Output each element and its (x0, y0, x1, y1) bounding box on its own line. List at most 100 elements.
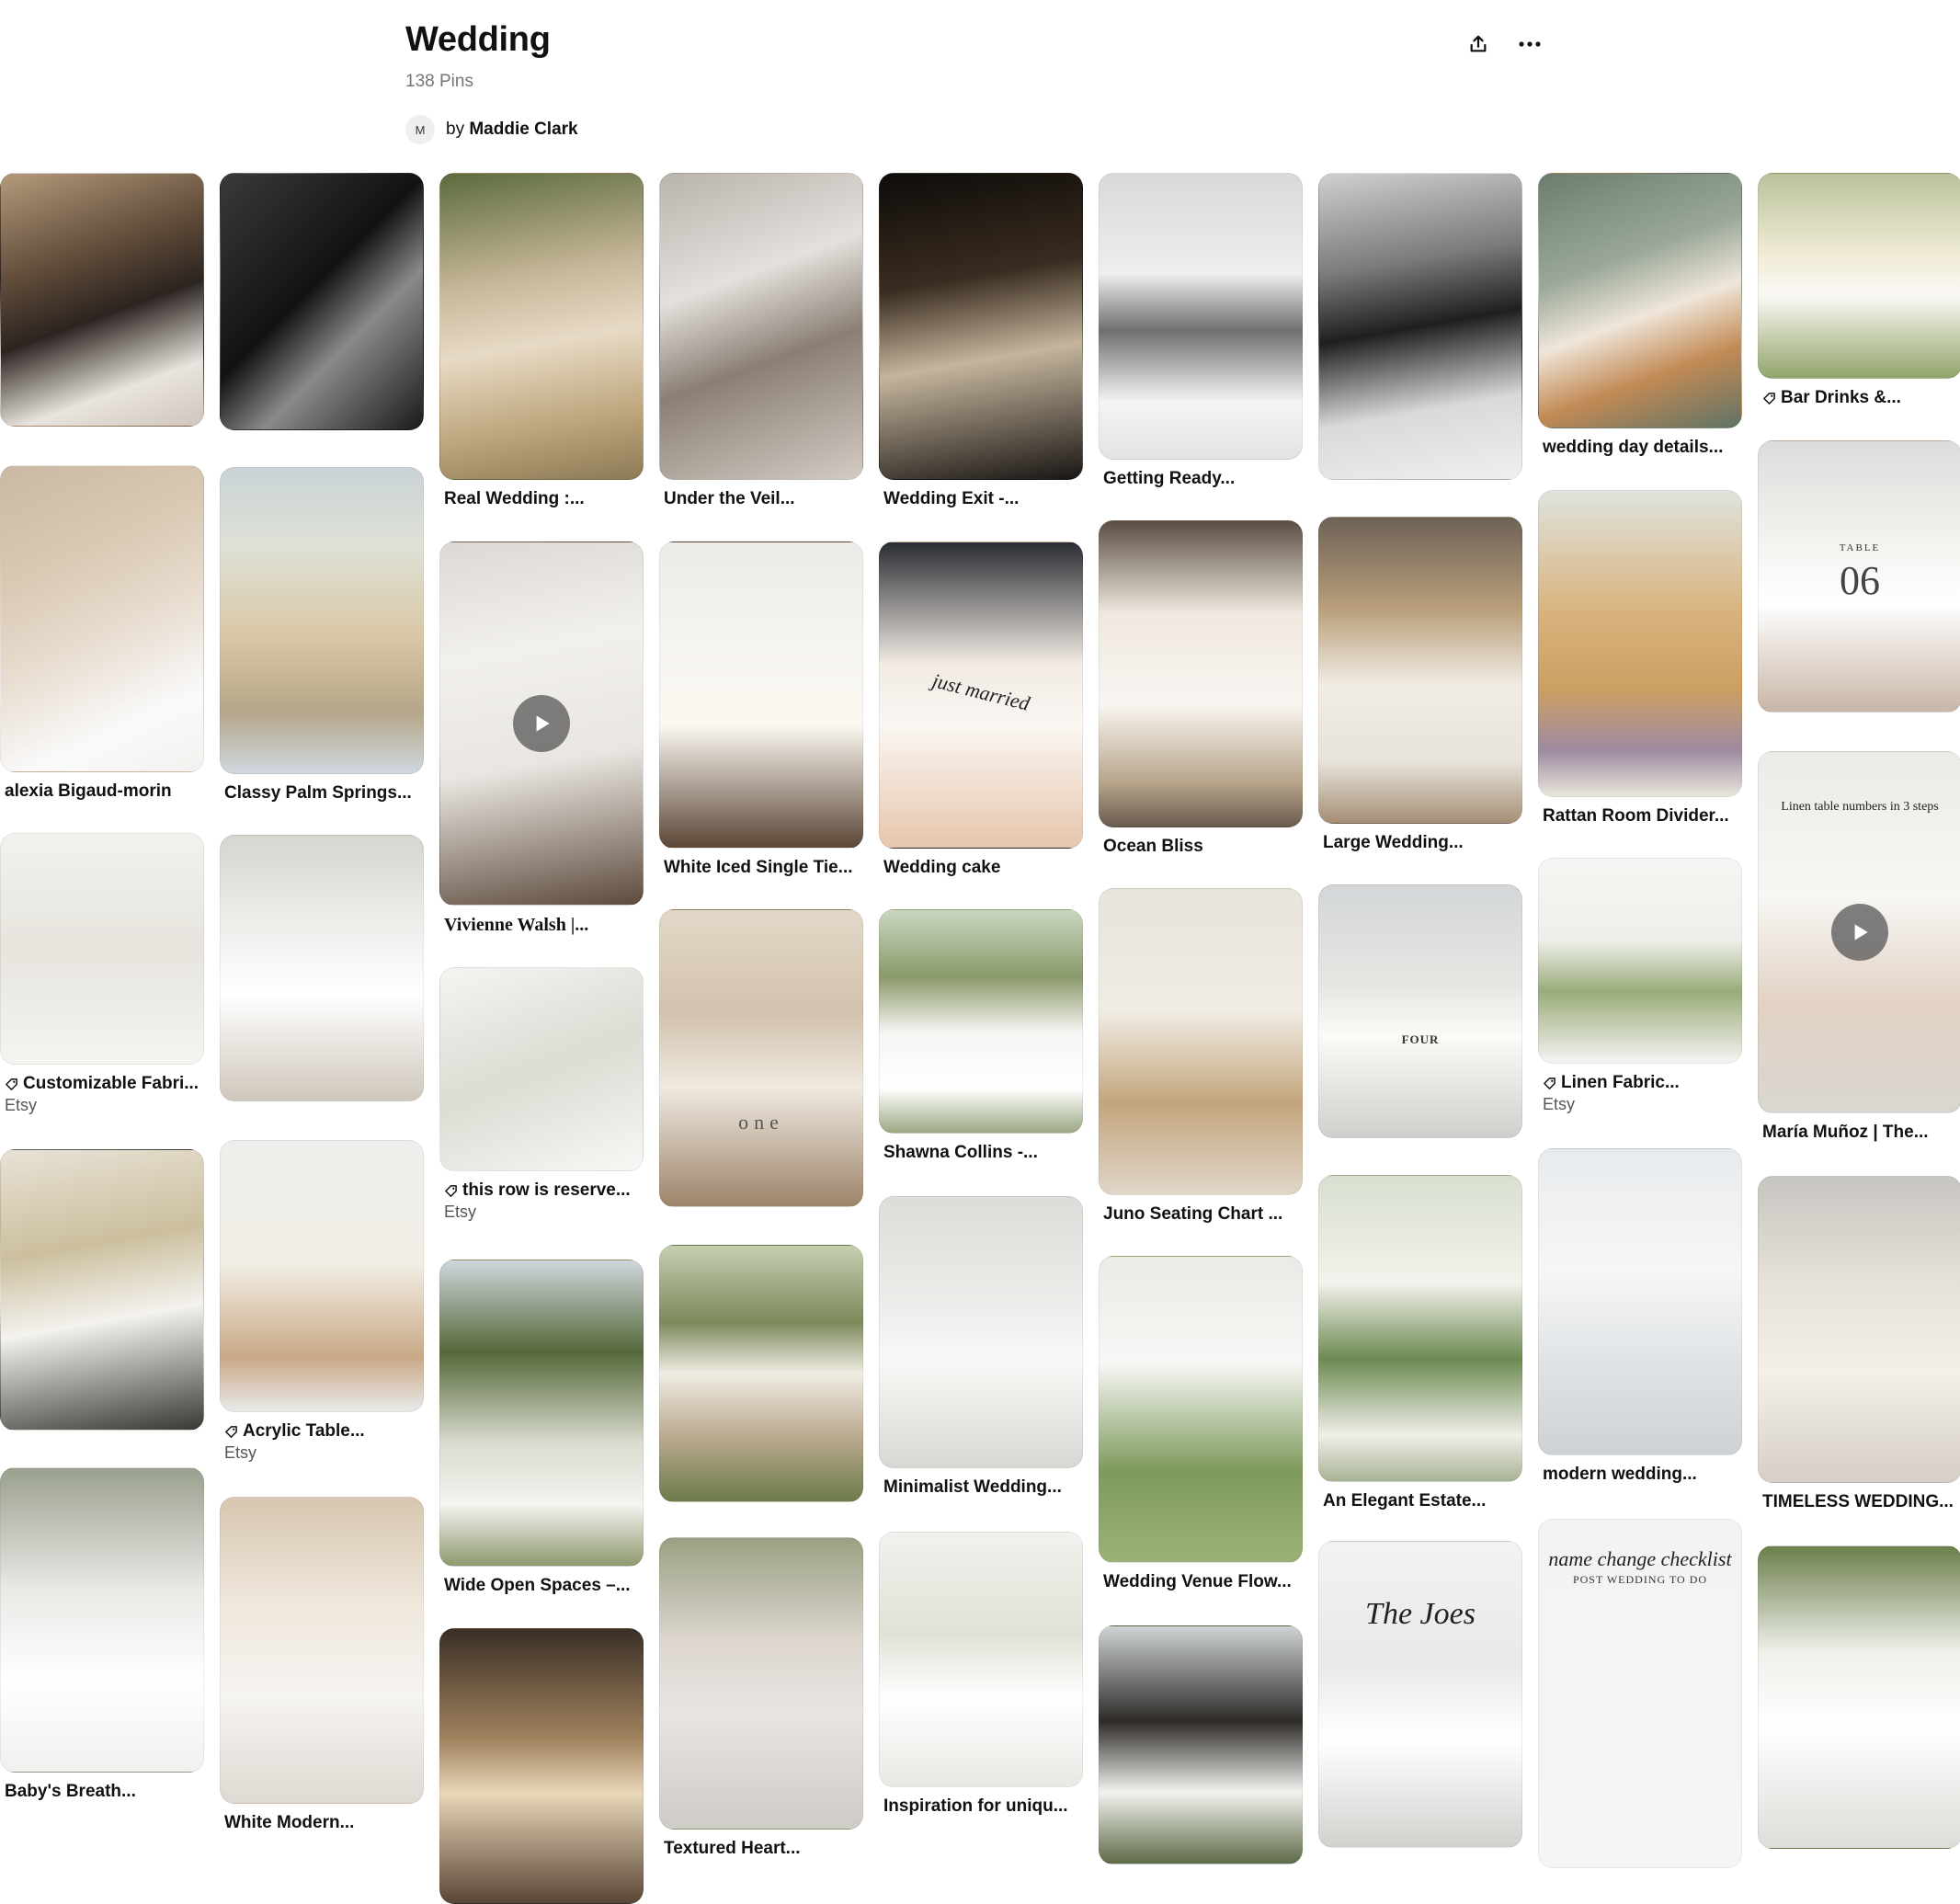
pin-card[interactable]: Textured Heart... (659, 1537, 863, 1859)
pin-image[interactable] (1318, 1175, 1522, 1482)
pin-title[interactable]: Wedding cake (879, 858, 1078, 878)
pin-image[interactable] (439, 967, 644, 1171)
pin-card[interactable] (659, 1245, 863, 1502)
pin-image[interactable]: Linen table numbers in 3 steps (1758, 751, 1960, 1113)
pin-card[interactable] (0, 173, 204, 427)
pin-card[interactable]: Wedding Venue Flow... (1099, 1256, 1303, 1592)
pin-image[interactable] (1538, 858, 1742, 1064)
pin-image[interactable] (659, 173, 863, 480)
pin-card[interactable]: Large Wedding... (1318, 517, 1522, 853)
pin-image[interactable]: The Joes (1318, 1541, 1522, 1848)
pin-title[interactable]: White Iced Single Tie... (659, 858, 859, 878)
pin-card[interactable]: alexia Bigaud-morin (0, 465, 204, 802)
pin-card[interactable] (1758, 1545, 1960, 1849)
pin-title[interactable]: alexia Bigaud-morin (0, 781, 199, 802)
pin-title[interactable]: Shawna Collins -... (879, 1143, 1078, 1163)
pin-title[interactable]: Minimalist Wedding... (879, 1477, 1078, 1498)
pin-card[interactable]: Ocean Bliss (1099, 520, 1303, 857)
pin-title[interactable]: Linen Fabric... (1538, 1073, 1738, 1093)
pin-image[interactable] (1318, 517, 1522, 824)
pin-image[interactable] (659, 1245, 863, 1502)
pin-card[interactable]: White Modern... (220, 1497, 424, 1833)
pin-card[interactable]: FOUR (1318, 884, 1522, 1138)
pin-image[interactable]: FOUR (1318, 884, 1522, 1138)
pin-card[interactable]: Juno Seating Chart ... (1099, 888, 1303, 1225)
pin-image[interactable]: just married (879, 542, 1083, 849)
pin-card[interactable]: Getting Ready... (1099, 173, 1303, 489)
pin-card[interactable] (1099, 1625, 1303, 1864)
pin-card[interactable]: wedding day details... (1538, 173, 1742, 458)
pin-title[interactable]: Rattan Room Divider... (1538, 806, 1738, 827)
pin-image[interactable] (1538, 490, 1742, 797)
pin-card[interactable]: An Elegant Estate... (1318, 1175, 1522, 1511)
pin-image[interactable] (0, 1467, 204, 1773)
pin-title[interactable]: TIMELESS WEDDING... (1758, 1492, 1957, 1512)
pin-title[interactable]: Inspiration for uniqu... (879, 1796, 1078, 1817)
play-video-button[interactable] (513, 695, 570, 752)
pin-card[interactable]: modern wedding... (1538, 1148, 1742, 1485)
pin-image[interactable] (879, 173, 1083, 480)
pin-card[interactable]: Minimalist Wedding... (879, 1196, 1083, 1498)
pin-title[interactable]: Under the Veil... (659, 489, 859, 509)
pin-card[interactable]: TIMELESS WEDDING... (1758, 1176, 1960, 1512)
pin-image[interactable]: one (659, 909, 863, 1207)
pin-title[interactable]: Acrylic Table... (220, 1421, 419, 1442)
pin-image[interactable] (0, 173, 204, 427)
pin-card[interactable]: Customizable Fabri... Etsy (0, 833, 204, 1115)
pin-card[interactable]: name change checklist POST WEDDING TO DO (1538, 1519, 1742, 1868)
pin-image[interactable] (879, 909, 1083, 1134)
pin-title[interactable]: Customizable Fabri... (0, 1074, 199, 1094)
pin-image[interactable] (220, 1497, 424, 1804)
pin-image[interactable]: name change checklist POST WEDDING TO DO (1538, 1519, 1742, 1868)
pin-image[interactable] (220, 835, 424, 1101)
pin-image[interactable] (1538, 1148, 1742, 1455)
play-video-button[interactable] (1831, 904, 1888, 961)
pin-card[interactable]: The Joes (1318, 1541, 1522, 1848)
pin-image[interactable] (1099, 1256, 1303, 1563)
pin-title[interactable]: Juno Seating Chart ... (1099, 1204, 1298, 1225)
pin-image[interactable] (439, 1260, 644, 1567)
pin-image[interactable] (0, 833, 204, 1065)
pin-image[interactable] (220, 173, 424, 430)
pin-card[interactable]: Linen table numbers in 3 steps María Muño… (1758, 751, 1960, 1143)
pin-card[interactable]: this row is reserve... Etsy (439, 967, 644, 1222)
pin-title[interactable]: White Modern... (220, 1813, 419, 1833)
pin-title[interactable]: María Muñoz | The... (1758, 1123, 1957, 1143)
pin-card[interactable]: Under the Veil... (659, 173, 863, 509)
pin-card[interactable]: Linen Fabric... Etsy (1538, 858, 1742, 1114)
pin-image[interactable]: TABLE 06 (1758, 440, 1960, 713)
pin-image[interactable] (659, 542, 863, 849)
pin-image[interactable] (439, 173, 644, 480)
pin-title[interactable]: Classy Palm Springs... (220, 783, 419, 804)
pin-image[interactable] (0, 465, 204, 772)
pin-card[interactable]: Rattan Room Divider... (1538, 490, 1742, 827)
pin-title[interactable]: Large Wedding... (1318, 833, 1518, 853)
pin-card[interactable]: Acrylic Table... Etsy (220, 1140, 424, 1463)
pin-card[interactable]: Shawna Collins -... (879, 909, 1083, 1163)
pin-title[interactable]: Wedding Exit -... (879, 489, 1078, 509)
pin-card[interactable] (0, 1149, 204, 1431)
pin-card[interactable]: TABLE 06 (1758, 440, 1960, 713)
pin-card[interactable] (220, 173, 424, 430)
pin-image[interactable] (220, 467, 424, 774)
pin-image[interactable] (1758, 1545, 1960, 1849)
pin-title[interactable]: Ocean Bliss (1099, 837, 1298, 857)
pin-image[interactable] (1538, 173, 1742, 428)
pin-card[interactable]: Vivienne Walsh |... (439, 542, 644, 936)
pin-card[interactable]: Classy Palm Springs... (220, 467, 424, 804)
pin-title[interactable]: this row is reserve... (439, 1180, 639, 1201)
pin-title[interactable]: Bar Drinks &... (1758, 388, 1957, 408)
pin-card[interactable]: White Iced Single Tie... (659, 542, 863, 878)
pin-image[interactable] (879, 1196, 1083, 1468)
pin-image[interactable] (1099, 1625, 1303, 1864)
pin-card[interactable] (439, 1628, 644, 1904)
pin-title[interactable]: Getting Ready... (1099, 469, 1298, 489)
pin-title[interactable]: Baby's Breath... (0, 1782, 199, 1802)
pin-image[interactable] (1318, 173, 1522, 480)
pin-card[interactable]: Wedding Exit -... (879, 173, 1083, 509)
pin-card[interactable]: Bar Drinks &... (1758, 173, 1960, 408)
pin-card[interactable]: Real Wedding :... (439, 173, 644, 509)
pin-image[interactable] (1758, 1176, 1960, 1483)
pin-image[interactable] (439, 1628, 644, 1904)
pin-image[interactable] (1758, 173, 1960, 379)
